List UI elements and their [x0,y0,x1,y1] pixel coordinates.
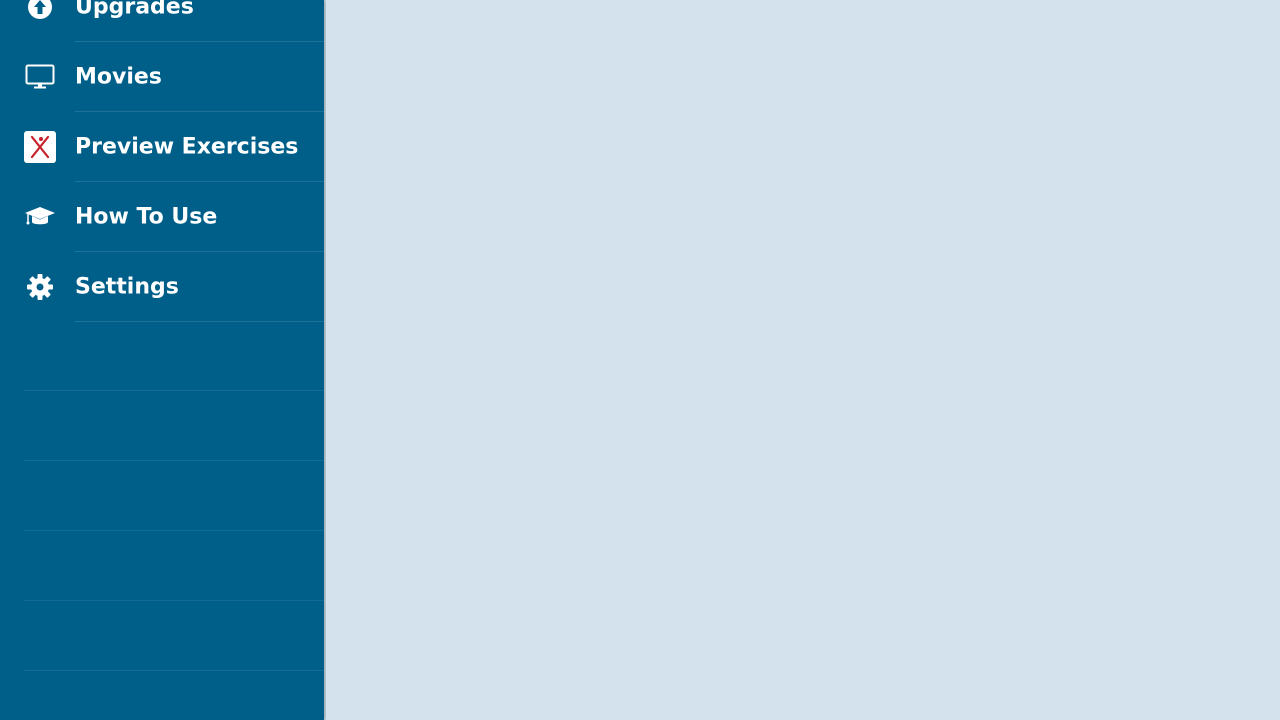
app-window: Upgrades Movies Preview Exercises How To… [0,0,1280,720]
graduation-cap-icon [24,201,56,233]
divider [75,321,324,322]
empty-row-divider [24,460,324,461]
sidebar-item-settings[interactable]: Settings [0,252,324,322]
sidebar-item-preview-exercises[interactable]: Preview Exercises [0,112,324,182]
empty-row-divider [24,670,324,671]
sidebar-menu: Upgrades Movies Preview Exercises How To… [0,0,324,720]
gear-icon [24,271,56,303]
sidebar-item-label: Movies [75,64,162,90]
exercise-logo-icon [24,131,56,163]
sidebar-item-label: Preview Exercises [75,134,299,160]
sidebar-item-label: How To Use [75,204,218,230]
empty-row-divider [24,600,324,601]
monitor-icon [24,61,56,93]
sidebar-item-label: Settings [75,274,179,300]
upgrade-arrow-icon [24,0,56,23]
main-content-area [326,0,1280,720]
sidebar-item-movies[interactable]: Movies [0,42,324,112]
sidebar-item-how-to-use[interactable]: How To Use [0,182,324,252]
empty-row-divider [24,390,324,391]
sidebar-item-label: Upgrades [75,0,194,20]
sidebar-item-upgrades[interactable]: Upgrades [0,0,324,42]
empty-row-divider [24,530,324,531]
